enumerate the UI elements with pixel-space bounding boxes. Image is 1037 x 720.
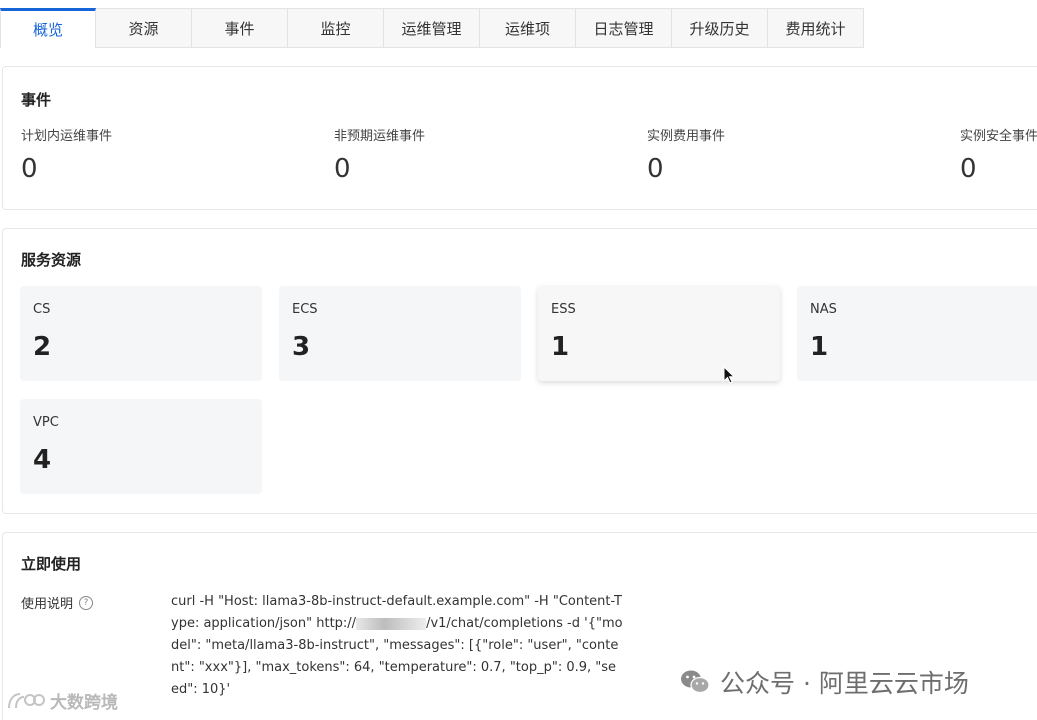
event-label: 实例安全事件 — [960, 129, 1037, 144]
resource-card-ecs[interactable]: ECS 3 — [279, 286, 521, 381]
curl-command[interactable]: curl -H "Host: llama3-8b-instruct-defaul… — [171, 591, 623, 701]
event-instance-cost: 实例费用事件 0 — [647, 125, 725, 184]
tab-ops-management[interactable]: 运维管理 — [384, 8, 480, 48]
wechat-watermark: 公众号 · 阿里云云市场 — [680, 664, 969, 700]
event-label: 非预期运维事件 — [334, 129, 426, 144]
brand-logo-icon — [8, 692, 45, 708]
page: 概览 资源 事件 监控 运维管理 运维项 日志管理 升级历史 费用统计 事件 计… — [0, 0, 1037, 720]
resource-count: 3 — [292, 332, 311, 362]
resource-card-cs[interactable]: CS 2 — [20, 286, 262, 381]
events-panel: 事件 计划内运维事件 0 非预期运维事件 0 实例费用事件 0 实例安全事件 0 — [2, 66, 1037, 210]
resource-count: 2 — [33, 332, 52, 362]
tab-upgrade-history[interactable]: 升级历史 — [672, 8, 768, 48]
event-label: 实例费用事件 — [647, 129, 726, 144]
quick-start-title: 立即使用 — [21, 555, 82, 573]
tab-log-management[interactable]: 日志管理 — [576, 8, 672, 48]
resource-card-vpc[interactable]: VPC 4 — [20, 399, 262, 494]
resources-title: 服务资源 — [21, 251, 82, 269]
tab-overview[interactable]: 概览 — [0, 8, 96, 48]
resource-count: 1 — [551, 332, 570, 362]
event-value: 0 — [334, 154, 351, 184]
redacted-host-blur — [356, 617, 427, 630]
event-instance-security: 实例安全事件 0 — [960, 125, 1037, 184]
tab-monitoring[interactable]: 监控 — [288, 8, 384, 48]
usage-label-text: 使用说明 — [21, 597, 74, 612]
resource-name: ECS — [292, 302, 318, 317]
help-icon[interactable]: ? — [79, 595, 94, 610]
event-label: 计划内运维事件 — [21, 129, 113, 144]
resource-count: 1 — [810, 332, 829, 362]
resource-card-nas[interactable]: NAS 1 — [797, 286, 1037, 381]
tab-bar: 概览 资源 事件 监控 运维管理 运维项 日志管理 升级历史 费用统计 — [0, 8, 864, 48]
tab-ops-items[interactable]: 运维项 — [480, 8, 576, 48]
event-value: 0 — [21, 154, 38, 184]
event-unexpected-ops: 非预期运维事件 0 — [334, 125, 425, 184]
wechat-icon — [681, 670, 710, 694]
events-title: 事件 — [21, 91, 52, 109]
mouse-cursor-icon — [723, 366, 735, 384]
resource-name: VPC — [33, 415, 59, 430]
brand-watermark: 大数跨境 — [6, 688, 118, 713]
service-resources-panel: 服务资源 CS 2 ECS 3 ESS 1 NAS 1 VPC 4 — [2, 228, 1037, 514]
tab-resources[interactable]: 资源 — [96, 8, 192, 48]
resource-name: NAS — [810, 302, 837, 317]
tab-cost-statistics[interactable]: 费用统计 — [768, 8, 864, 48]
resource-name: ESS — [551, 302, 576, 317]
resource-count: 4 — [33, 445, 52, 475]
usage-instructions-label: 使用说明 ? — [21, 593, 94, 612]
event-value: 0 — [647, 154, 664, 184]
resource-name: CS — [33, 302, 51, 317]
event-value: 0 — [960, 154, 977, 184]
watermark-text-right: 公众号 · 阿里云云市场 — [720, 669, 969, 698]
watermark-text-left: 大数跨境 — [50, 693, 118, 713]
resource-card-ess[interactable]: ESS 1 — [538, 286, 780, 381]
event-planned-ops: 计划内运维事件 0 — [21, 125, 112, 184]
tab-events[interactable]: 事件 — [192, 8, 288, 48]
